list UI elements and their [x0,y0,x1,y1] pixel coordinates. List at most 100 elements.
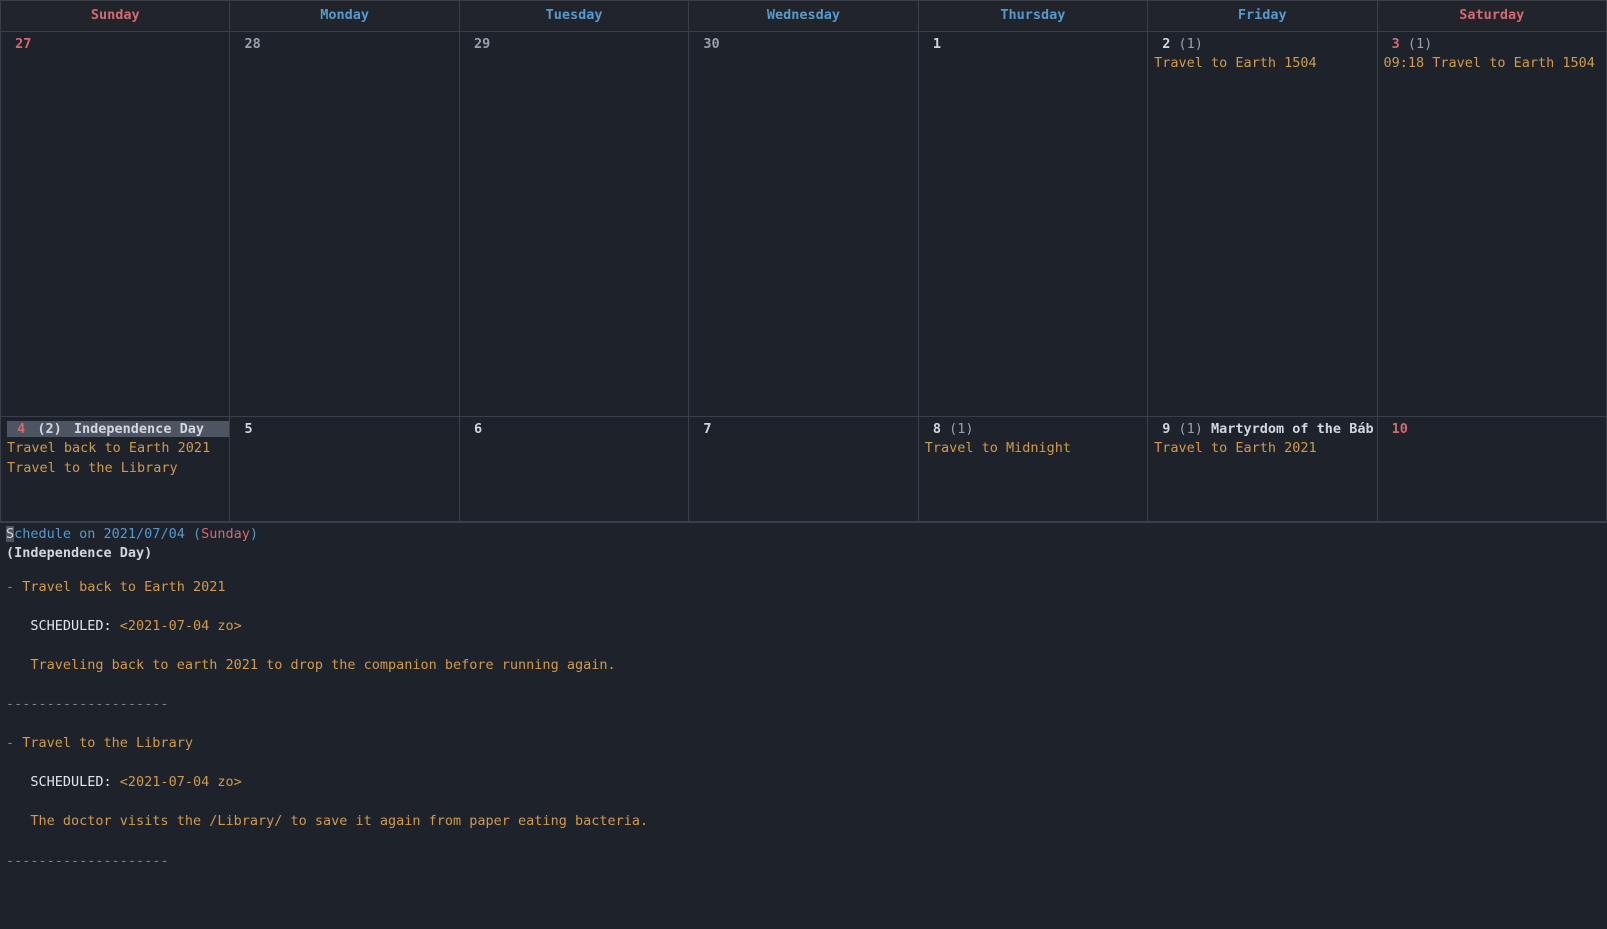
schedule-item-body: The doctor visits the /Library/ to save … [6,812,1601,832]
day-head: 8 (1) [925,420,1141,440]
blank-line [6,676,1601,696]
schedule-item[interactable]: - Travel back to Earth 2021 SCHEDULED: <… [6,578,1601,735]
day-head: 30 [695,35,911,55]
blank-line [6,597,1601,617]
week-row: 4 (2) Independence Day Travel back to Ea… [1,417,1606,522]
day-head: 28 [236,35,452,55]
day-number: 10 [1384,421,1417,437]
separator: -------------------- [6,695,1601,715]
schedule-item[interactable]: - Travel to the Library SCHEDULED: <2021… [6,734,1601,891]
day-cell[interactable]: 30 [689,32,918,416]
day-number: 9 [1154,421,1178,437]
day-header-monday: Monday [230,1,459,31]
calendar-weeks: 27 28 29 30 1 2 (1)Travel to Earth 1504 … [1,32,1606,522]
day-number: 3 [1384,36,1408,52]
calendar-event[interactable]: Travel to the Library [7,459,223,479]
day-number: 2 [1154,36,1178,52]
day-event-count: (1) [1179,36,1203,52]
calendar-event[interactable]: 09:18 Travel to Earth 1504 [1384,54,1600,74]
day-head: 2 (1) [1154,35,1370,55]
schedule-panel: Schedule on 2021/07/04 (Sunday) (Indepen… [0,523,1607,897]
day-header-saturday: Saturday [1378,1,1606,31]
item-title-text: Travel back to Earth 2021 [22,579,225,595]
day-head: 7 [695,420,911,440]
day-cell[interactable]: 29 [460,32,689,416]
day-head: 29 [466,35,682,55]
blank-line [6,871,1601,891]
item-title-text: Travel to the Library [22,735,193,751]
bullet: - [6,735,22,751]
day-head: 9 (1) Martyrdom of the Báb [1154,420,1370,440]
day-event-count: (2) [35,421,63,437]
blank-line [6,715,1601,735]
schedule-title-suffix: ) [250,526,258,542]
day-number: 4 [7,421,35,437]
body-text: The doctor visits the /Library/ to save … [30,813,648,829]
day-head: 5 [236,420,452,440]
calendar-event[interactable]: Travel to Midnight [925,439,1141,459]
day-number: 1 [925,36,949,52]
day-head: 4 (2) Independence Day [7,420,223,440]
day-head: 6 [466,420,682,440]
day-header-friday: Friday [1148,1,1377,31]
day-head: 10 [1384,420,1600,440]
day-header-tuesday: Tuesday [460,1,689,31]
day-number: 6 [466,421,490,437]
day-header-thursday: Thursday [919,1,1148,31]
day-event-count: (1) [1179,421,1203,437]
schedule-item-scheduled: SCHEDULED: <2021-07-04 zo> [6,773,1601,793]
day-cell[interactable]: 5 [230,417,459,521]
day-cell[interactable]: 8 (1)Travel to Midnight [919,417,1148,521]
scheduled-timestamp: <2021-07-04 zo> [120,774,242,790]
schedule-item-body: Traveling back to earth 2021 to drop the… [6,656,1601,676]
schedule-item-scheduled: SCHEDULED: <2021-07-04 zo> [6,617,1601,637]
schedule-title-cursor: S [6,526,14,542]
day-header-sunday: Sunday [1,1,230,31]
day-cell[interactable]: 1 [919,32,1148,416]
schedule-holiday: (Independence Day) [6,544,1601,564]
schedule-item-title: - Travel to the Library [6,734,1601,754]
blank-line [6,832,1601,852]
calendar-event[interactable]: Travel back to Earth 2021 [7,439,223,459]
day-head: 1 [925,35,1141,55]
day-cell[interactable]: 2 (1)Travel to Earth 1504 [1148,32,1377,416]
day-number: 27 [7,36,40,52]
scheduled-label: SCHEDULED: [30,618,119,634]
day-cell[interactable]: 28 [230,32,459,416]
day-number: 5 [236,421,260,437]
day-event-count: (1) [1408,36,1432,52]
blank-line [6,636,1601,656]
selection-pad [206,421,230,437]
day-head: 27 [7,35,223,55]
schedule-item-title: - Travel back to Earth 2021 [6,578,1601,598]
week-row: 27 28 29 30 1 2 (1)Travel to Earth 1504 … [1,32,1606,417]
day-number: 8 [925,421,949,437]
separator: -------------------- [6,852,1601,872]
schedule-title: Schedule on 2021/07/04 (Sunday) [6,525,1601,545]
day-number: 7 [695,421,719,437]
blank-line [6,754,1601,774]
scheduled-label: SCHEDULED: [30,774,119,790]
calendar-header-row: SundayMondayTuesdayWednesdayThursdayFrid… [1,1,1606,32]
day-cell[interactable]: 6 [460,417,689,521]
schedule-title-day: Sunday [201,526,250,542]
blank-line [6,793,1601,813]
day-cell[interactable]: 3 (1) 09:18 Travel to Earth 1504 [1378,32,1606,416]
day-cell[interactable]: 10 [1378,417,1606,521]
day-cell[interactable]: 7 [689,417,918,521]
day-number: 28 [236,36,269,52]
day-cell[interactable]: 27 [1,32,230,416]
scheduled-timestamp: <2021-07-04 zo> [120,618,242,634]
day-cell[interactable]: 4 (2) Independence Day Travel back to Ea… [1,417,230,521]
body-text: Traveling back to earth 2021 to drop the… [30,657,615,673]
day-header-wednesday: Wednesday [689,1,918,31]
day-holiday: Martyrdom of the Báb [1203,421,1374,437]
day-event-count: (1) [949,421,973,437]
schedule-items: - Travel back to Earth 2021 SCHEDULED: <… [6,578,1601,891]
calendar-event[interactable]: Travel to Earth 2021 [1154,439,1370,459]
day-holiday: Independence Day [64,421,206,437]
bullet: - [6,579,22,595]
day-cell[interactable]: 9 (1) Martyrdom of the BábTravel to Eart… [1148,417,1377,521]
calendar-event[interactable]: Travel to Earth 1504 [1154,54,1370,74]
schedule-title-prefix: chedule on 2021/07/04 ( [14,526,201,542]
